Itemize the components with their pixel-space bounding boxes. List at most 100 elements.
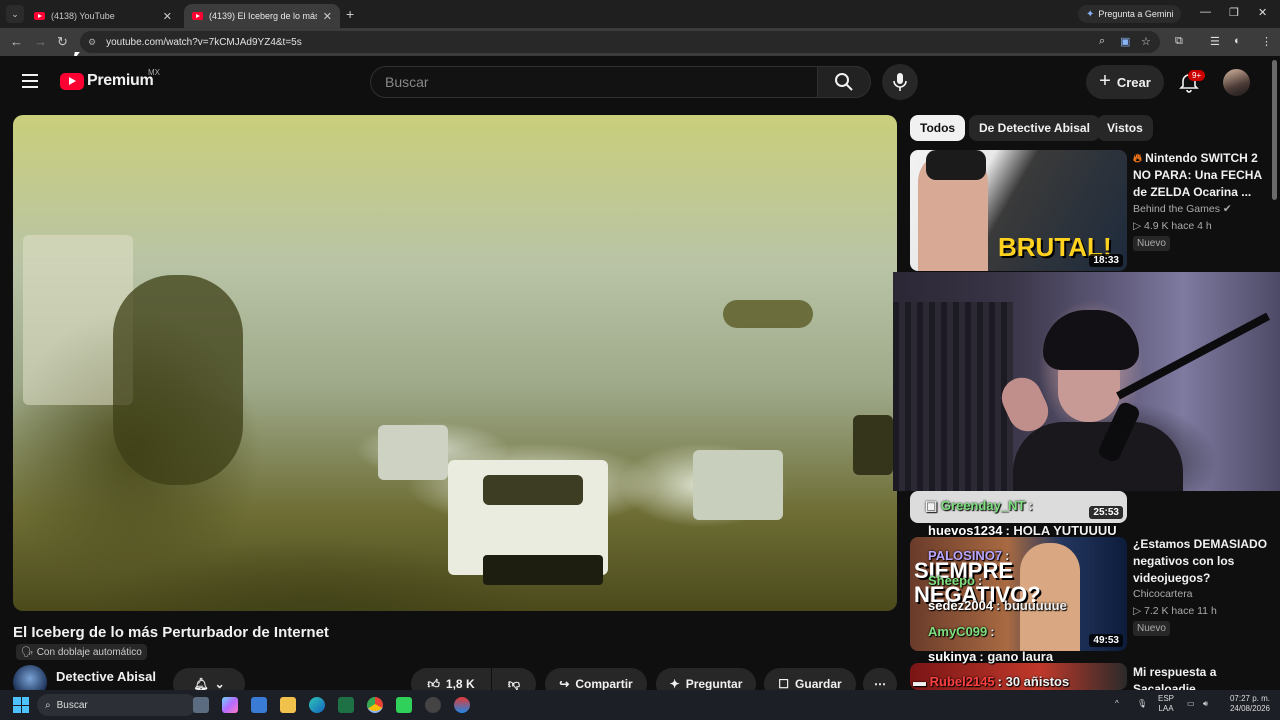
chip-de-detective-abisal[interactable]: De Detective Abisal [969,115,1100,141]
extensions-icon[interactable]: ⧉ [1175,35,1183,48]
close-window-icon[interactable]: ✕ [1258,6,1267,19]
channel-name[interactable]: Detective Abisal [56,669,156,684]
recommendation-channel[interactable]: Chicocartera [1133,588,1193,600]
reading-list-icon[interactable]: ☰ [1210,35,1220,48]
chat-user: sedez2004 [928,598,994,613]
forward-icon[interactable]: → [34,34,47,49]
chat-user: sukinya [928,649,977,664]
page-scrollbar[interactable] [1272,60,1277,200]
bell-icon: 🔔︎ [193,677,209,691]
chat-user: PALOSINO7 [928,548,1003,563]
search-icon: ⌕ [45,699,51,711]
chat-badge-icon: ▣ [925,498,941,513]
url-text: youtube.com/watch?v=7kCMJAd9YZ4&t=5s [106,36,302,48]
zoom-icon[interactable]: ⌕ [1099,35,1105,48]
verified-icon: ✔ [1222,203,1232,215]
voice-search-button[interactable] [882,64,918,100]
account-avatar[interactable] [1223,69,1250,96]
car-shape [378,425,448,480]
profile-icon[interactable]: ◐ [1234,35,1241,47]
like-count: 1,8 K [445,677,475,691]
tab-search-button[interactable]: ⌄ [6,5,24,23]
search-button[interactable] [817,66,871,98]
clock-date: 24/08/2026 [1229,704,1270,713]
task-view-icon[interactable] [193,697,209,713]
fire-icon: 🔥︎ [1133,151,1146,165]
chat-text: : buuuuuue [996,598,1067,613]
chat-message: AmyC099: [928,624,995,639]
title-line: Nintendo SWITCH 2 [1145,151,1258,165]
app-icon[interactable] [396,697,412,713]
close-tab-icon[interactable]: ✕ [163,10,172,23]
share-icon: ↪ [559,677,570,691]
chat-user: Rubel2145 [929,674,995,689]
site-info-icon[interactable]: ⚙ [88,37,96,48]
title-line: Mi respuesta a [1133,665,1217,679]
excel-icon[interactable] [338,697,354,713]
restore-icon[interactable]: ❐ [1229,6,1239,19]
language-indicator[interactable]: ESP LAA [1158,694,1174,714]
notification-badge: 9+ [1188,70,1206,81]
channel-name: Behind the Games [1133,203,1220,215]
browser-tab-active[interactable]: (4139) El Iceberg de lo más Pert ✕ [184,4,340,28]
microphone-icon [893,73,907,91]
car-bumper-shape [483,555,603,585]
network-icon[interactable]: ▭ [1187,699,1195,709]
lang-code: ESP [1158,694,1175,703]
recommendation-title[interactable]: ¿Estamos DEMASIADO negativos con los vid… [1133,536,1267,587]
copilot-icon[interactable] [222,697,238,713]
create-button[interactable]: + Crear [1086,65,1164,99]
translate-icon[interactable]: ▣ [1120,35,1130,48]
recommendation-meta: ▷ 7.2 K hace 11 h [1133,605,1217,617]
recommendation-title[interactable]: 🔥︎ Nintendo SWITCH 2 NO PARA: Una FECHA … [1133,150,1262,201]
bookmark-star-icon[interactable]: ☆ [1141,35,1151,48]
youtube-premium-logo[interactable]: Premium MX [60,68,160,90]
background-door [893,302,1013,491]
new-tab-button[interactable]: + [346,6,354,22]
app-icon[interactable] [454,697,470,713]
car-shape [853,415,893,475]
windows-start-icon[interactable] [13,697,29,713]
chip-vistos[interactable]: Vistos [1097,115,1153,141]
tree-shape [723,300,813,328]
search-input[interactable]: Buscar [370,66,818,98]
tray-mic-icon[interactable]: 🎙︎ [1137,699,1147,709]
chat-text: : HOLA YUTUUUU [1005,523,1117,538]
gemini-button[interactable]: ✦ Pregunta a Gemini [1078,5,1182,23]
reload-icon[interactable]: ↻ [57,34,68,50]
browser-tab[interactable]: (4138) YouTube ✕ [26,4,180,28]
minimize-icon[interactable]: — [1200,6,1211,18]
recommendation-thumbnail[interactable]: BRUTAL! 18:33 [910,150,1127,271]
chrome-icon[interactable] [367,697,383,713]
edge-icon[interactable] [309,697,325,713]
recommendation-channel[interactable]: Behind the Games ✔ [1133,203,1232,215]
address-bar[interactable]: ⚙ youtube.com/watch?v=7kCMJAd9YZ4&t=5s [80,31,1160,53]
settings-app-icon[interactable] [425,697,441,713]
browser-toolbar: ← → ↻ ⚙ youtube.com/watch?v=7kCMJAd9YZ4&… [0,28,1280,56]
streamer-hair [1043,310,1139,370]
search-icon [835,73,853,91]
webcam-overlay [893,272,1280,491]
youtube-logo-icon [60,72,84,90]
browser-menu-icon[interactable]: ⋮ [1261,35,1272,48]
video-duration: 25:53 [1089,506,1123,519]
browser-tab-strip: ⌄ (4138) YouTube ✕ (4139) El Iceberg de … [0,0,1280,28]
chip-todos[interactable]: Todos [910,115,966,141]
save-label: Guardar [795,677,842,691]
menu-icon[interactable] [22,74,38,88]
close-tab-icon[interactable]: ✕ [323,10,332,23]
taskbar-search[interactable]: ⌕ Buscar [37,694,197,716]
back-icon[interactable]: ← [10,34,23,49]
tray-overflow-icon[interactable]: ^ [1115,699,1119,709]
clock[interactable]: 07:27 p. m. 24/08/2026 [1222,694,1270,714]
chevron-down-icon: ⌄ [214,677,225,691]
recommendation-meta: ▷ 4.9 K hace 4 h [1133,220,1212,232]
file-explorer-icon[interactable] [280,697,296,713]
car-shape [693,450,783,520]
video-player[interactable] [13,115,897,611]
chat-text: : 30 añistos [997,674,1070,689]
chat-user: Greenday_NT [940,498,1026,513]
volume-icon[interactable]: 🔊︎ [1203,699,1208,709]
clock-time: 07:27 p. m. [1229,694,1270,703]
store-icon[interactable] [251,697,267,713]
